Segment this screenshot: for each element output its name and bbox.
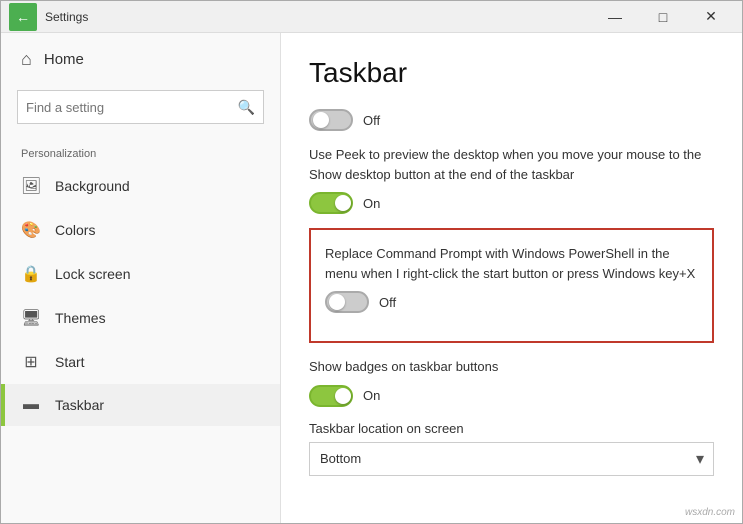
peek-off-toggle[interactable] (309, 109, 353, 131)
peek-on-toggle-label: On (363, 196, 380, 211)
page-title: Taskbar (309, 57, 714, 89)
location-dropdown-row: Taskbar location on screen Bottom Top Le… (309, 421, 714, 476)
powershell-toggle-thumb (329, 294, 345, 310)
sidebar-item-lockscreen[interactable]: 🔒 Lock screen (1, 252, 280, 296)
back-button[interactable]: ← (9, 3, 37, 31)
sidebar-item-start-label: Start (55, 354, 85, 370)
peek-on-toggle-thumb (335, 195, 351, 211)
sidebar-section-label: Personalization (1, 140, 280, 164)
start-icon: ⊞ (21, 352, 41, 372)
badges-toggle-track (309, 385, 353, 407)
powershell-toggle[interactable] (325, 291, 369, 313)
badges-toggle-thumb (335, 388, 351, 404)
search-input[interactable] (26, 100, 238, 115)
lockscreen-icon: 🔒 (21, 264, 41, 284)
content-area: Taskbar Off Use Peek to preview the desk… (281, 33, 742, 523)
colors-icon: 🎨 (21, 220, 41, 240)
location-dropdown[interactable]: Bottom Top Left Right (309, 442, 714, 476)
sidebar-item-lockscreen-label: Lock screen (55, 266, 130, 282)
sidebar-item-taskbar[interactable]: ▬ Taskbar (1, 384, 280, 426)
peek-off-toggle-track (309, 109, 353, 131)
watermark: wsxdn.com (685, 507, 735, 518)
badges-toggle[interactable] (309, 385, 353, 407)
powershell-description: Replace Command Prompt with Windows Powe… (325, 244, 698, 283)
badges-toggle-row: On (309, 385, 714, 407)
powershell-highlight-box: Replace Command Prompt with Windows Powe… (309, 228, 714, 343)
taskbar-icon: ▬ (21, 396, 41, 414)
powershell-toggle-row: Off (325, 291, 698, 313)
powershell-toggle-label: Off (379, 295, 396, 310)
sidebar: ⌂ Home 🔍 Personalization 🖼 Background 🎨 … (1, 33, 281, 523)
sidebar-item-themes-label: Themes (55, 310, 106, 326)
badges-toggle-label: On (363, 388, 380, 403)
peek-on-toggle[interactable] (309, 192, 353, 214)
sidebar-item-background[interactable]: 🖼 Background (1, 164, 280, 208)
search-box[interactable]: 🔍 (17, 90, 264, 124)
location-label: Taskbar location on screen (309, 421, 714, 436)
main-layout: ⌂ Home 🔍 Personalization 🖼 Background 🎨 … (1, 33, 742, 523)
title-bar: ← Settings — □ ✕ (1, 1, 742, 33)
sidebar-item-taskbar-label: Taskbar (55, 397, 104, 413)
home-label: Home (44, 51, 84, 68)
minimize-button[interactable]: — (592, 3, 638, 31)
maximize-button[interactable]: □ (640, 3, 686, 31)
sidebar-item-start[interactable]: ⊞ Start (1, 340, 280, 384)
peek-description: Use Peek to preview the desktop when you… (309, 145, 709, 184)
close-button[interactable]: ✕ (688, 3, 734, 31)
sidebar-home-item[interactable]: ⌂ Home (1, 33, 280, 86)
badges-description: Show badges on taskbar buttons (309, 357, 709, 377)
peek-off-toggle-thumb (313, 112, 329, 128)
search-icon: 🔍 (238, 99, 255, 116)
window-controls: — □ ✕ (592, 3, 734, 31)
location-dropdown-wrapper: Bottom Top Left Right (309, 442, 714, 476)
themes-icon: 🖥 (21, 308, 41, 328)
peek-off-toggle-row: Off (309, 109, 714, 131)
powershell-toggle-track (325, 291, 369, 313)
window-title: Settings (45, 10, 88, 24)
sidebar-item-colors[interactable]: 🎨 Colors (1, 208, 280, 252)
peek-on-toggle-row: On (309, 192, 714, 214)
title-bar-left: ← Settings (9, 3, 88, 31)
back-icon: ← (16, 9, 30, 25)
background-icon: 🖼 (21, 176, 41, 196)
home-icon: ⌂ (21, 49, 32, 70)
sidebar-item-background-label: Background (55, 178, 130, 194)
peek-off-toggle-label: Off (363, 113, 380, 128)
sidebar-item-themes[interactable]: 🖥 Themes (1, 296, 280, 340)
sidebar-item-colors-label: Colors (55, 222, 95, 238)
peek-on-toggle-track (309, 192, 353, 214)
